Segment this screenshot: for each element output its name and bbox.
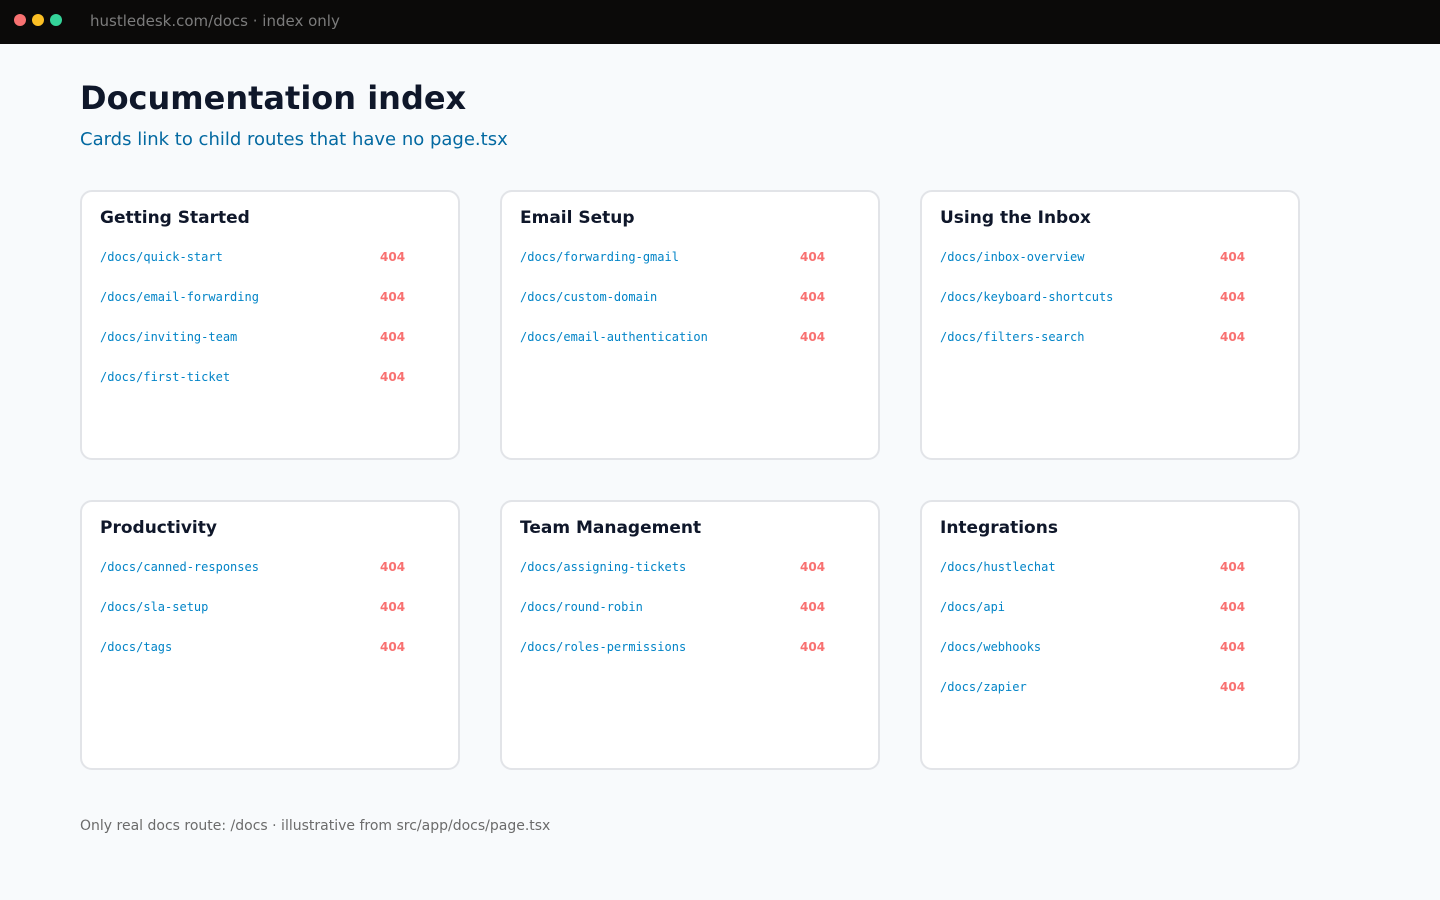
route-link-row[interactable]: /docs/hustlechat 404 [940, 558, 1260, 578]
route-path-link[interactable]: /docs/canned-responses [100, 560, 259, 574]
route-path-link[interactable]: /docs/hustlechat [940, 560, 1056, 574]
route-path-link[interactable]: /docs/quick-start [100, 250, 223, 264]
status-badge: 404 [1220, 560, 1246, 574]
status-badge: 404 [380, 330, 406, 344]
card-title: Productivity [100, 518, 217, 538]
doc-section-card: Email Setup/docs/forwarding-gmail 404/doc… [500, 190, 880, 460]
route-link-row[interactable]: /docs/email-forwarding 404 [100, 288, 420, 308]
card-title: Using the Inbox [940, 208, 1091, 228]
route-link-row[interactable]: /docs/forwarding-gmail 404 [520, 248, 840, 268]
status-badge: 404 [380, 640, 406, 654]
route-path-link[interactable]: /docs/inbox-overview [940, 250, 1085, 264]
route-path-link[interactable]: /docs/tags [100, 640, 172, 654]
status-badge: 404 [380, 290, 406, 304]
maximize-window-button[interactable] [50, 14, 62, 26]
route-path-link[interactable]: /docs/webhooks [940, 640, 1041, 654]
status-badge: 404 [800, 250, 826, 264]
page-title: Documentation index [80, 79, 467, 117]
status-badge: 404 [380, 250, 406, 264]
route-link-row[interactable]: /docs/tags 404 [100, 638, 420, 658]
minimize-window-button[interactable] [32, 14, 44, 26]
status-badge: 404 [1220, 290, 1246, 304]
window-titlebar: hustledesk.com/docs · index only [0, 0, 1440, 44]
route-path-link[interactable]: /docs/assigning-tickets [520, 560, 686, 574]
status-badge: 404 [380, 370, 406, 384]
address-bar[interactable]: hustledesk.com/docs · index only [90, 12, 340, 30]
route-path-link[interactable]: /docs/filters-search [940, 330, 1085, 344]
route-link-row[interactable]: /docs/assigning-tickets 404 [520, 558, 840, 578]
doc-section-card: Team Management/docs/assigning-tickets 40… [500, 500, 880, 770]
route-link-row[interactable]: /docs/email-authentication 404 [520, 328, 840, 348]
route-link-row[interactable]: /docs/sla-setup 404 [100, 598, 420, 618]
route-path-link[interactable]: /docs/forwarding-gmail [520, 250, 679, 264]
route-link-row[interactable]: /docs/roles-permissions 404 [520, 638, 840, 658]
route-path-link[interactable]: /docs/inviting-team [100, 330, 237, 344]
route-path-link[interactable]: /docs/custom-domain [520, 290, 657, 304]
route-path-link[interactable]: /docs/zapier [940, 680, 1027, 694]
route-path-link[interactable]: /docs/round-robin [520, 600, 643, 614]
close-window-button[interactable] [14, 14, 26, 26]
doc-section-card: Getting Started/docs/quick-start 404/docs… [80, 190, 460, 460]
route-path-link[interactable]: /docs/email-authentication [520, 330, 708, 344]
route-link-row[interactable]: /docs/canned-responses 404 [100, 558, 420, 578]
footer-note: Only real docs route: /docs · illustrati… [80, 818, 551, 834]
status-badge: 404 [380, 600, 406, 614]
status-badge: 404 [800, 330, 826, 344]
route-link-row[interactable]: /docs/webhooks 404 [940, 638, 1260, 658]
route-link-row[interactable]: /docs/zapier 404 [940, 678, 1260, 698]
status-badge: 404 [1220, 600, 1246, 614]
card-title: Team Management [520, 518, 702, 538]
status-badge: 404 [800, 560, 826, 574]
route-path-link[interactable]: /docs/email-forwarding [100, 290, 259, 304]
card-title: Email Setup [520, 208, 635, 228]
route-link-row[interactable]: /docs/round-robin 404 [520, 598, 840, 618]
route-link-row[interactable]: /docs/inbox-overview 404 [940, 248, 1260, 268]
status-badge: 404 [1220, 680, 1246, 694]
status-badge: 404 [800, 600, 826, 614]
route-path-link[interactable]: /docs/first-ticket [100, 370, 230, 384]
status-badge: 404 [1220, 250, 1246, 264]
route-link-row[interactable]: /docs/inviting-team 404 [100, 328, 420, 348]
status-badge: 404 [800, 640, 826, 654]
route-path-link[interactable]: /docs/roles-permissions [520, 640, 686, 654]
route-link-row[interactable]: /docs/keyboard-shortcuts 404 [940, 288, 1260, 308]
status-badge: 404 [1220, 330, 1246, 344]
route-path-link[interactable]: /docs/api [940, 600, 1005, 614]
route-path-link[interactable]: /docs/keyboard-shortcuts [940, 290, 1113, 304]
route-link-row[interactable]: /docs/quick-start 404 [100, 248, 420, 268]
doc-section-card: Using the Inbox/docs/inbox-overview 404/d… [920, 190, 1300, 460]
doc-section-card: Productivity/docs/canned-responses 404/do… [80, 500, 460, 770]
route-path-link[interactable]: /docs/sla-setup [100, 600, 208, 614]
status-badge: 404 [380, 560, 406, 574]
route-link-row[interactable]: /docs/filters-search 404 [940, 328, 1260, 348]
route-link-row[interactable]: /docs/custom-domain 404 [520, 288, 840, 308]
route-link-row[interactable]: /docs/first-ticket 404 [100, 368, 420, 388]
doc-section-card: Integrations/docs/hustlechat 404/docs/api… [920, 500, 1300, 770]
card-title: Getting Started [100, 208, 250, 228]
route-link-row[interactable]: /docs/api 404 [940, 598, 1260, 618]
status-badge: 404 [1220, 640, 1246, 654]
status-badge: 404 [800, 290, 826, 304]
page-subtitle: Cards link to child routes that have no … [80, 129, 508, 150]
card-title: Integrations [940, 518, 1058, 538]
